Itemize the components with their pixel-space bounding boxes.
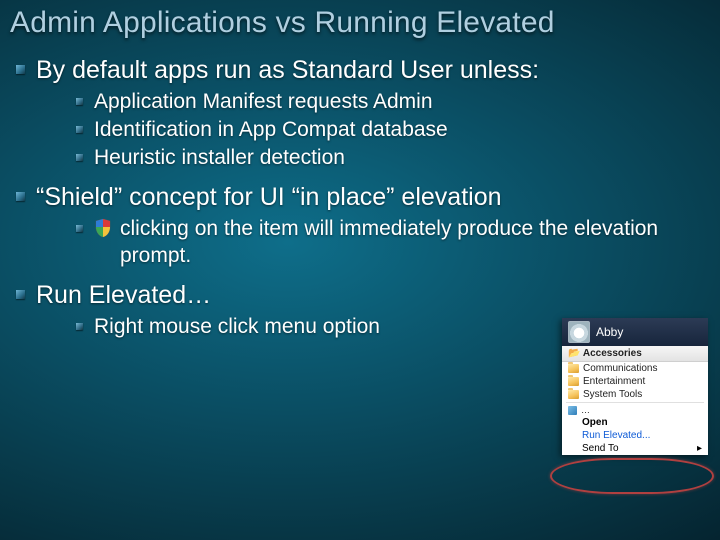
bullet-shield-sublist: clicking on the item will immediately pr…	[36, 216, 710, 270]
shield-icon	[94, 218, 112, 246]
list-item-label: Communications	[583, 363, 657, 374]
list-item-label: System Tools	[583, 389, 642, 400]
app-icon	[568, 406, 577, 415]
sub-appcompat: Identification in App Compat database	[94, 117, 710, 144]
startmenu-userbar: Abby	[562, 318, 708, 346]
folder-icon: 📂	[568, 348, 580, 359]
ctx-open-text: Open	[582, 417, 608, 428]
list-item-label: …	[581, 405, 590, 415]
chevron-right-icon: ▸	[697, 443, 702, 454]
startmenu-header: 📂 Accessories	[562, 346, 708, 362]
highlight-oval	[550, 458, 714, 494]
bullet-default-text: By default apps run as Standard User unl…	[36, 56, 539, 84]
folder-icon	[568, 364, 579, 373]
folder-icon	[568, 390, 579, 399]
bullet-run-elevated-text: Run Elevated…	[36, 281, 211, 309]
avatar	[568, 321, 590, 343]
folder-icon	[568, 377, 579, 386]
ctx-send-to: Send To ▸	[576, 442, 708, 455]
bullet-shield: “Shield” concept for UI “in place” eleva…	[36, 182, 710, 270]
sub-shield-click-text: clicking on the item will immediately pr…	[120, 216, 710, 270]
ctx-run-elevated: Run Elevated...	[576, 429, 708, 442]
ctx-open: Open	[576, 416, 708, 429]
startmenu-screenshot: Abby 📂 Accessories Communications Entert…	[562, 318, 708, 455]
list-item: …	[562, 404, 708, 416]
sub-manifest: Application Manifest requests Admin	[94, 89, 710, 116]
ctx-send-to-text: Send To	[582, 443, 619, 454]
startmenu-username: Abby	[596, 325, 623, 339]
list-item-label: Entertainment	[583, 376, 645, 387]
bullet-default-sublist: Application Manifest requests Admin Iden…	[36, 89, 710, 172]
ctx-run-elevated-text: Run Elevated...	[582, 430, 650, 441]
list-item: Entertainment	[562, 375, 708, 388]
sub-heuristic: Heuristic installer detection	[94, 145, 710, 172]
startmenu-header-text: Accessories	[583, 348, 642, 359]
bullet-shield-text: “Shield” concept for UI “in place” eleva…	[36, 183, 502, 211]
list-item: System Tools	[562, 388, 708, 401]
list-item: Communications	[562, 362, 708, 375]
bullet-default: By default apps run as Standard User unl…	[36, 55, 710, 172]
bullet-list: By default apps run as Standard User unl…	[10, 55, 710, 342]
slide-title: Admin Applications vs Running Elevated	[10, 6, 710, 41]
sub-shield-click: clicking on the item will immediately pr…	[94, 216, 710, 270]
